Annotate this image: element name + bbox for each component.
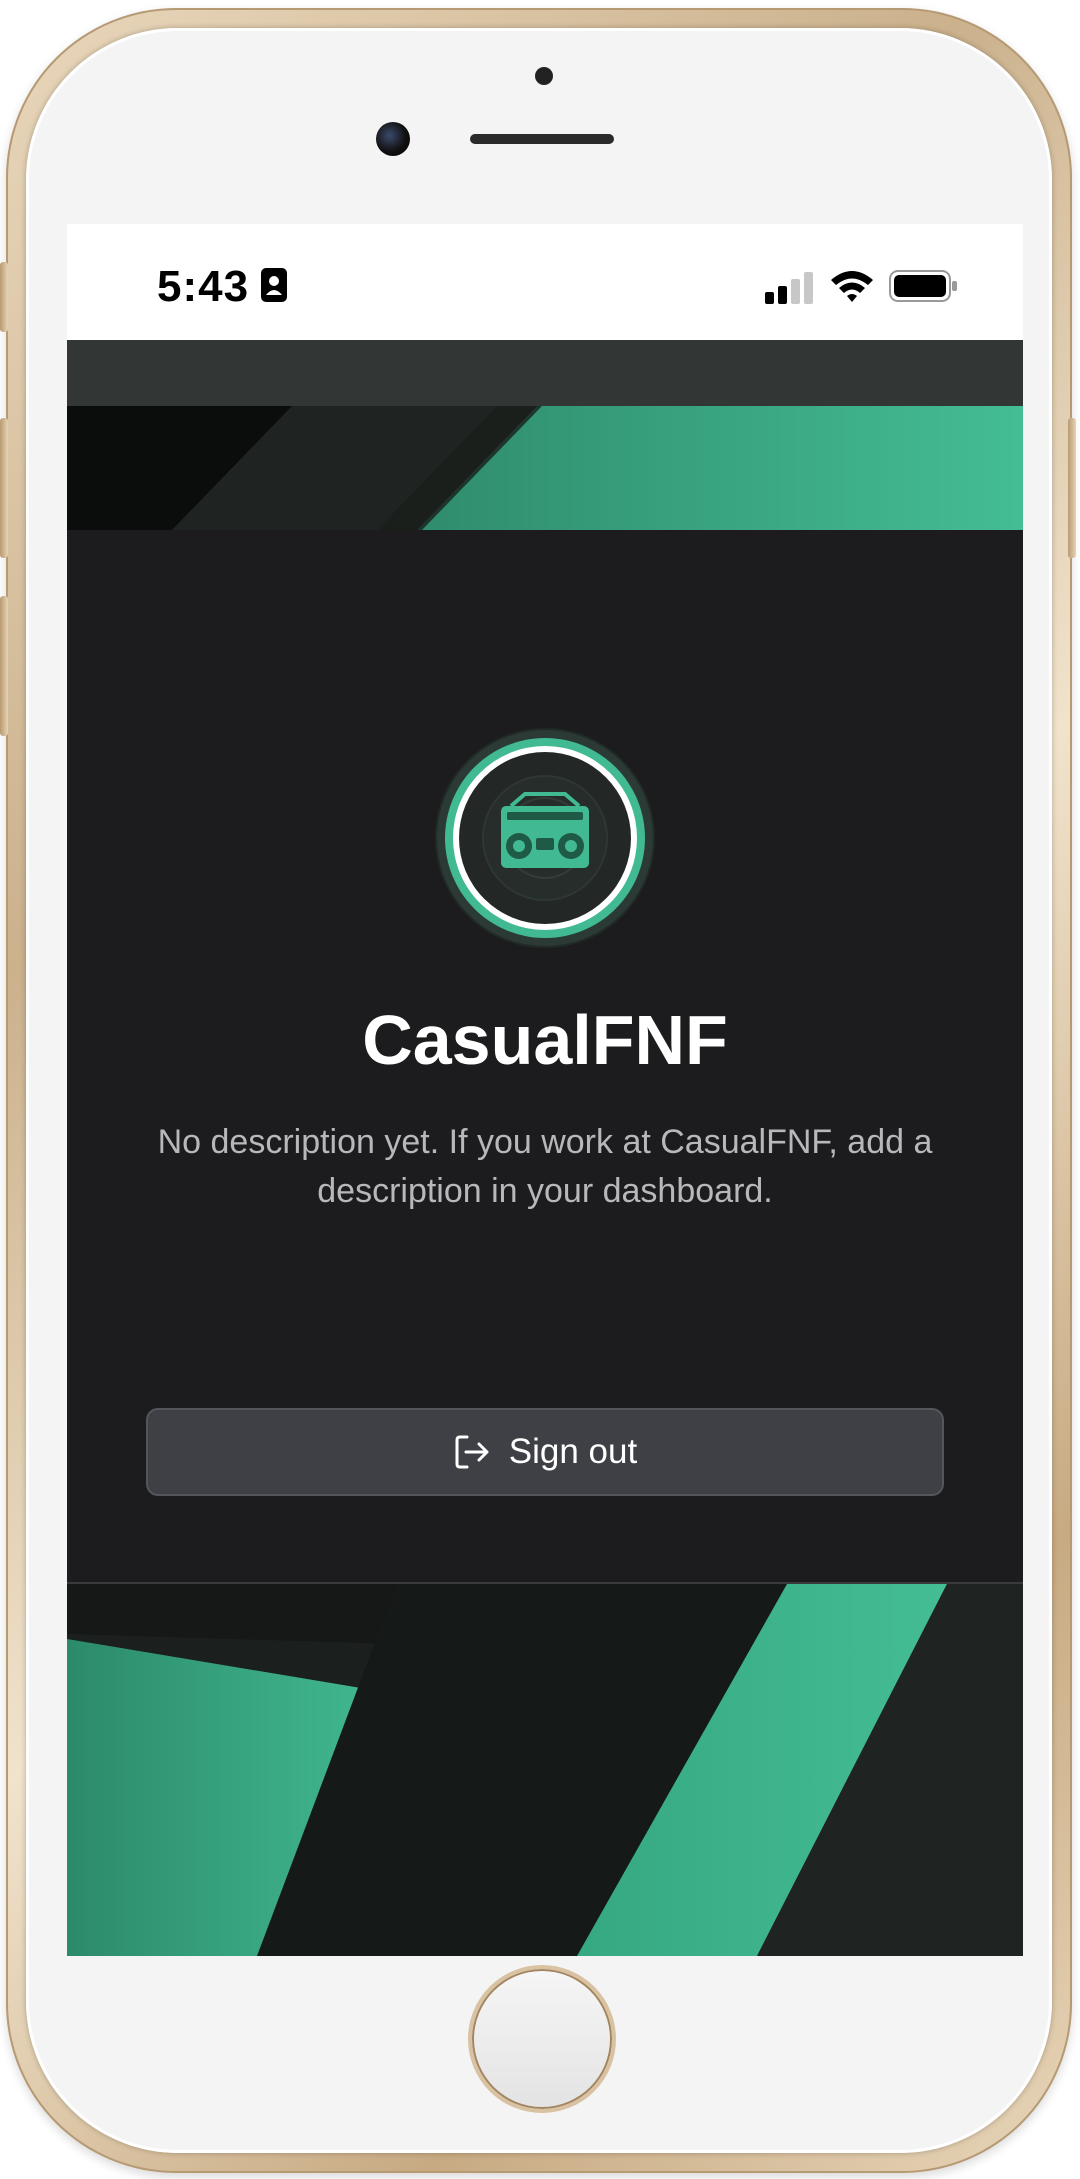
banner-graphic-bottom [67,1584,1023,1956]
cover-banner-top [67,406,1023,530]
company-description: No description yet. If you work at Casua… [157,1123,933,1210]
mute-switch [0,262,8,332]
cellular-signal-icon [765,272,813,304]
sign-out-icon [455,1435,489,1469]
banner-graphic-top [67,406,1023,530]
volume-down-button [0,596,8,736]
power-button [1068,418,1076,558]
proximity-sensor [535,67,553,85]
front-camera [376,122,410,156]
contact-card-icon [261,268,287,302]
wifi-icon [831,271,873,302]
sign-out-button[interactable]: Sign out [146,1408,944,1496]
app-header [67,340,1023,406]
avatar [435,728,655,948]
boombox-icon [437,730,653,946]
profile-card: CasualFNF No description yet. If you wor… [67,530,1023,1584]
cover-banner-bottom [67,1584,1023,1956]
earpiece-speaker [470,134,614,144]
sign-out-label: Sign out [508,1432,638,1471]
battery-icon [889,270,957,302]
status-bar: 5:43 [67,224,1023,340]
screen: 5:43 CasualFNF No description yet. If yo… [67,224,1023,1956]
company-name: CasualFNF [362,1001,728,1079]
status-time: 5:43 [157,262,250,311]
volume-up-button [0,418,8,558]
home-button[interactable] [468,1965,616,2113]
